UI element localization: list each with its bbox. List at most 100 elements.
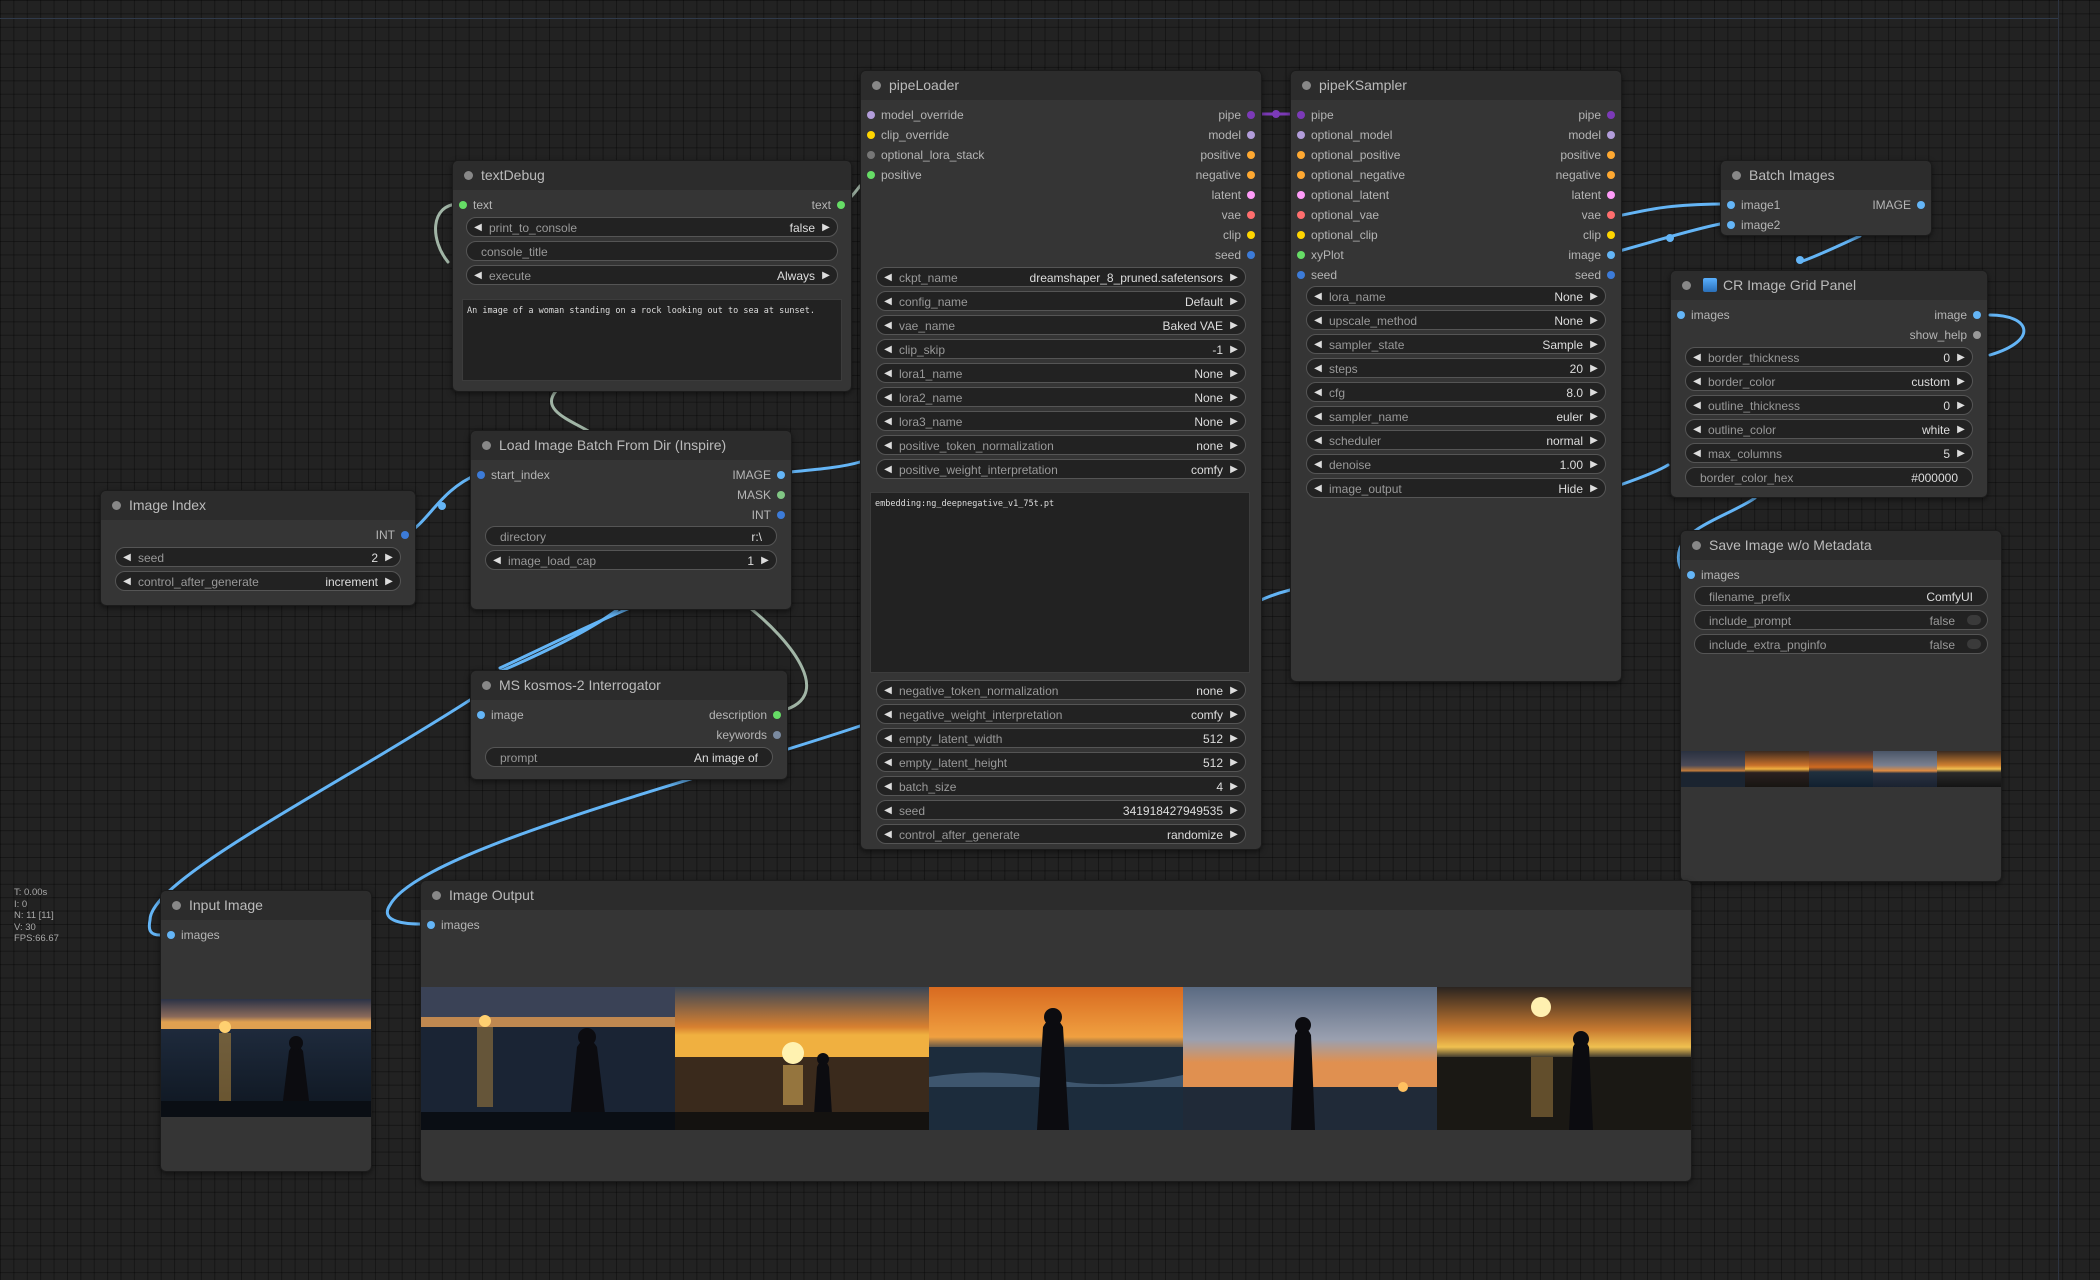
output-positive[interactable]: positive — [1200, 146, 1257, 164]
pin[interactable] — [1973, 331, 1981, 339]
node-image-index[interactable]: Image Index INT ◀ seed 2 ▶ ◀ control_after_g… — [100, 490, 416, 606]
arrow-right-icon[interactable]: ▶ — [1227, 460, 1241, 480]
arrow-left-icon[interactable]: ◀ — [881, 292, 895, 312]
widget-seed[interactable]: ◀ seed 341918427949535 ▶ — [876, 800, 1246, 820]
pin[interactable] — [1607, 271, 1615, 279]
widget-filename-prefix[interactable]: filename_prefix ComfyUI — [1694, 586, 1988, 606]
output-text[interactable]: text — [812, 196, 847, 214]
pin[interactable] — [777, 491, 785, 499]
collapse-dot[interactable] — [172, 901, 181, 910]
node-text-debug[interactable]: textDebug text text ◀ print_to_console fal… — [452, 160, 852, 392]
widget-lora-name[interactable]: ◀ lora_name None ▶ — [1306, 286, 1606, 306]
output-image-thumb[interactable] — [1183, 987, 1437, 1130]
pin[interactable] — [1607, 151, 1615, 159]
widget-border-thickness[interactable]: ◀ border_thickness 0 ▶ — [1685, 347, 1973, 367]
output-clip[interactable]: clip — [1223, 226, 1257, 244]
pin[interactable] — [1607, 171, 1615, 179]
save-preview-thumb[interactable] — [1809, 751, 1873, 787]
node-title[interactable]: pipeLoader — [861, 71, 1261, 100]
widget-include-extra-pnginfo[interactable]: include_extra_pnginfo false — [1694, 634, 1988, 654]
pin[interactable] — [477, 711, 485, 719]
node-cr-image-grid-panel[interactable]: CR Image Grid Panel images image show_he… — [1670, 270, 1988, 498]
widget-batch-size[interactable]: ◀ batch_size 4 ▶ — [876, 776, 1246, 796]
pin[interactable] — [773, 731, 781, 739]
text-output-area[interactable]: An image of a woman standing on a rock l… — [462, 299, 842, 381]
arrow-left-icon[interactable]: ◀ — [471, 266, 485, 286]
arrow-right-icon[interactable]: ▶ — [1587, 479, 1601, 499]
negative-prompt-textarea[interactable]: embedding:ng_deepnegative_v1_75t.pt — [870, 492, 1250, 673]
pin[interactable] — [1687, 571, 1695, 579]
arrow-left-icon[interactable]: ◀ — [471, 218, 485, 238]
input-images[interactable]: images — [1675, 306, 1730, 324]
widget-empty-latent-width[interactable]: ◀ empty_latent_width 512 ▶ — [876, 728, 1246, 748]
pin[interactable] — [1247, 251, 1255, 259]
arrow-right-icon[interactable]: ▶ — [1587, 287, 1601, 307]
node-load-image-batch[interactable]: Load Image Batch From Dir (Inspire) star… — [470, 430, 792, 610]
pin[interactable] — [773, 711, 781, 719]
arrow-right-icon[interactable]: ▶ — [819, 218, 833, 238]
save-preview-thumb[interactable] — [1681, 751, 1745, 787]
arrow-right-icon[interactable]: ▶ — [1587, 383, 1601, 403]
widget-image-output[interactable]: ◀ image_output Hide ▶ — [1306, 478, 1606, 498]
node-input-image[interactable]: Input Image images — [160, 890, 372, 1172]
collapse-dot[interactable] — [432, 891, 441, 900]
input-optional-vae[interactable]: optional_vae — [1295, 206, 1379, 224]
collapse-dot[interactable] — [464, 171, 473, 180]
widget-directory[interactable]: directory r:\ — [485, 526, 777, 546]
node-image-output[interactable]: Image Output images — [420, 880, 1692, 1182]
pin[interactable] — [1297, 271, 1305, 279]
arrow-right-icon[interactable]: ▶ — [382, 548, 396, 568]
pin[interactable] — [1607, 211, 1615, 219]
widget-negative-weight-interpretation[interactable]: ◀ negative_weight_interpretation comfy ▶ — [876, 704, 1246, 724]
pin[interactable] — [1297, 151, 1305, 159]
arrow-left-icon[interactable]: ◀ — [1311, 287, 1325, 307]
arrow-left-icon[interactable]: ◀ — [881, 340, 895, 360]
widget-seed[interactable]: ◀ seed 2 ▶ — [115, 547, 401, 567]
arrow-right-icon[interactable]: ▶ — [1227, 777, 1241, 797]
input-start-index[interactable]: start_index — [475, 466, 550, 484]
pin[interactable] — [401, 531, 409, 539]
output-mask[interactable]: MASK — [737, 486, 787, 504]
arrow-left-icon[interactable]: ◀ — [881, 705, 895, 725]
pin[interactable] — [477, 471, 485, 479]
pin[interactable] — [427, 921, 435, 929]
output-keywords[interactable]: keywords — [716, 726, 783, 744]
widget-print-to-console[interactable]: ◀ print_to_console false ▶ — [466, 217, 838, 237]
pin[interactable] — [1607, 231, 1615, 239]
pin[interactable] — [1297, 131, 1305, 139]
output-description[interactable]: description — [709, 706, 783, 724]
output-image[interactable]: IMAGE — [1872, 196, 1927, 214]
input-images[interactable]: images — [1685, 566, 1740, 584]
arrow-right-icon[interactable]: ▶ — [1227, 268, 1241, 288]
pin[interactable] — [1677, 311, 1685, 319]
pin[interactable] — [867, 131, 875, 139]
pin[interactable] — [1297, 171, 1305, 179]
output-seed[interactable]: seed — [1575, 266, 1617, 284]
widget-include-prompt[interactable]: include_prompt false — [1694, 610, 1988, 630]
arrow-right-icon[interactable]: ▶ — [1227, 340, 1241, 360]
collapse-dot[interactable] — [1692, 541, 1701, 550]
widget-config-name[interactable]: ◀ config_name Default ▶ — [876, 291, 1246, 311]
widget-lora3-name[interactable]: ◀ lora3_name None ▶ — [876, 411, 1246, 431]
collapse-dot[interactable] — [1682, 281, 1691, 290]
arrow-right-icon[interactable]: ▶ — [1227, 825, 1241, 845]
arrow-left-icon[interactable]: ◀ — [881, 364, 895, 384]
pin[interactable] — [1607, 131, 1615, 139]
output-image-thumb[interactable] — [675, 987, 929, 1130]
arrow-right-icon[interactable]: ▶ — [1227, 388, 1241, 408]
input-xyplot[interactable]: xyPlot — [1295, 246, 1344, 264]
arrow-left-icon[interactable]: ◀ — [1690, 420, 1704, 440]
widget-console-title[interactable]: console_title — [466, 241, 838, 261]
input-images[interactable]: images — [425, 916, 480, 934]
arrow-left-icon[interactable]: ◀ — [1311, 407, 1325, 427]
node-title[interactable]: Save Image w/o Metadata — [1681, 531, 2001, 560]
widget-clip-skip[interactable]: ◀ clip_skip -1 ▶ — [876, 339, 1246, 359]
arrow-right-icon[interactable]: ▶ — [1587, 359, 1601, 379]
arrow-right-icon[interactable]: ▶ — [1587, 455, 1601, 475]
arrow-left-icon[interactable]: ◀ — [881, 825, 895, 845]
arrow-right-icon[interactable]: ▶ — [382, 572, 396, 592]
node-title[interactable]: Load Image Batch From Dir (Inspire) — [471, 431, 791, 460]
arrow-right-icon[interactable]: ▶ — [1227, 705, 1241, 725]
widget-border-color[interactable]: ◀ border_color custom ▶ — [1685, 371, 1973, 391]
pin[interactable] — [1247, 211, 1255, 219]
